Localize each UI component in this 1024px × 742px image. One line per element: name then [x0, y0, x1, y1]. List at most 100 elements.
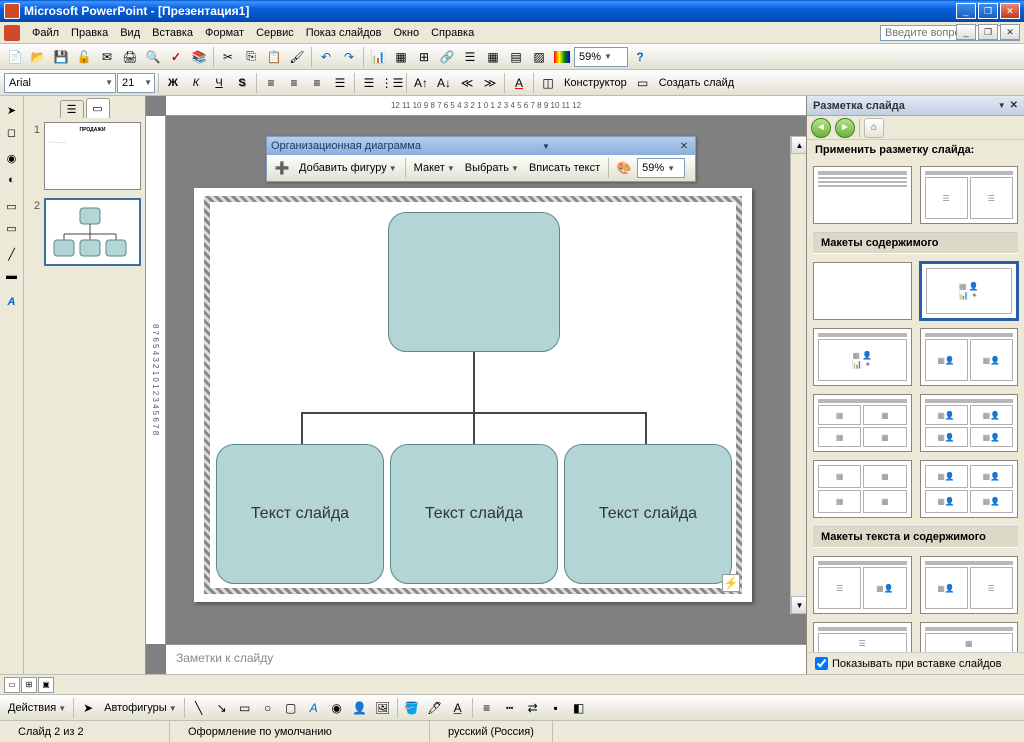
org-chart-container[interactable]: Текст слайда Текст слайда Текст слайда ⚡	[204, 196, 742, 594]
thumb-2[interactable]: 2	[28, 198, 141, 266]
undo-button[interactable]: ↶	[315, 46, 337, 68]
bold-button[interactable]: Ж	[162, 72, 184, 94]
outline-button[interactable]: ☰	[459, 46, 481, 68]
rect-tool[interactable]: ▭	[234, 697, 256, 719]
taskpane-header[interactable]: Разметка слайда▼✕	[807, 96, 1024, 116]
color-button[interactable]	[551, 46, 573, 68]
layout-item[interactable]	[813, 166, 912, 224]
tool-fill[interactable]: ▬	[2, 266, 22, 286]
select-tool[interactable]: ➤	[77, 697, 99, 719]
picture-tool[interactable]: 🖼	[372, 697, 394, 719]
layout-item[interactable]: ☰▦	[813, 622, 912, 652]
tool-text[interactable]: ▭	[2, 218, 22, 238]
org-node-3[interactable]: Текст слайда	[564, 444, 732, 584]
layout-button[interactable]: Макет▼	[410, 162, 459, 174]
menu-file[interactable]: Файл	[26, 25, 65, 41]
tool-wordart[interactable]: A	[2, 292, 22, 312]
table-button[interactable]: ▦	[390, 46, 412, 68]
newslide-button[interactable]: Создать слайд	[655, 77, 738, 89]
chart-button[interactable]: 📊	[367, 46, 389, 68]
notes-pane[interactable]: Заметки к слайду	[166, 644, 806, 674]
grayscale-button[interactable]: ▨	[528, 46, 550, 68]
decrease-indent-button[interactable]: ≪	[456, 72, 478, 94]
menu-tools[interactable]: Сервис	[250, 25, 300, 41]
format-painter-button[interactable]: 🖌	[286, 46, 308, 68]
cut-button[interactable]: ✂	[217, 46, 239, 68]
spell-button[interactable]: ✓	[165, 46, 187, 68]
font-color-tool[interactable]: A	[447, 697, 469, 719]
add-shape-icon[interactable]: ➕	[271, 157, 293, 179]
layout-item[interactable]	[813, 262, 912, 320]
fill-color-tool[interactable]: 🪣	[401, 697, 423, 719]
doc-minimize-button[interactable]: _	[956, 24, 976, 40]
layout-item[interactable]: ▦👤▦👤	[920, 328, 1019, 386]
layout-item[interactable]: ☰☰	[920, 166, 1019, 224]
status-lang[interactable]: русский (Россия)	[430, 721, 553, 742]
shadow-tool[interactable]: ▪	[545, 697, 567, 719]
line-color-tool[interactable]: 🖊	[424, 697, 446, 719]
new-button[interactable]: 📄	[4, 46, 26, 68]
tool-line[interactable]: ╱	[2, 244, 22, 264]
font-select[interactable]: Arial▼	[4, 73, 116, 93]
numbering-button[interactable]: ☰	[358, 72, 380, 94]
align-left-button[interactable]: ≡	[260, 72, 282, 94]
slide[interactable]: Текст слайда Текст слайда Текст слайда ⚡	[194, 188, 752, 602]
menu-help[interactable]: Справка	[425, 25, 480, 41]
tool-objects[interactable]: ◻	[2, 122, 22, 142]
diagram-tool[interactable]: ◉	[326, 697, 348, 719]
tool-clip[interactable]: ◐	[2, 170, 22, 190]
newslide-icon[interactable]: ▭	[632, 72, 654, 94]
increase-indent-button[interactable]: ≫	[479, 72, 501, 94]
layout-item[interactable]: ▦ 👤📊 ✦	[813, 328, 912, 386]
menu-insert[interactable]: Вставка	[146, 25, 199, 41]
layout-item[interactable]: ▦👤☰	[920, 556, 1019, 614]
canvas[interactable]: Текст слайда Текст слайда Текст слайда ⚡…	[166, 116, 806, 644]
distributed-button[interactable]: ☰	[329, 72, 351, 94]
design-icon[interactable]: ◫	[537, 72, 559, 94]
restore-button[interactable]: ❐	[978, 3, 998, 19]
org-node-1[interactable]: Текст слайда	[216, 444, 384, 584]
research-button[interactable]: 📚	[188, 46, 210, 68]
constructor-button[interactable]: Конструктор	[560, 77, 631, 89]
org-node-2[interactable]: Текст слайда	[390, 444, 558, 584]
wordart-tool[interactable]: A	[303, 697, 325, 719]
textbox-tool[interactable]: ▢	[280, 697, 302, 719]
nav-fwd-button[interactable]: ►	[835, 118, 855, 138]
decrease-font-button[interactable]: A↓	[433, 72, 455, 94]
help-button[interactable]: ?	[629, 46, 651, 68]
show-on-insert-checkbox[interactable]	[815, 657, 828, 670]
dash-style-tool[interactable]: ┅	[499, 697, 521, 719]
close-button[interactable]: ✕	[1000, 3, 1020, 19]
doc-close-button[interactable]: ✕	[1000, 24, 1020, 40]
line-style-tool[interactable]: ≡	[476, 697, 498, 719]
show-button[interactable]: ▦	[482, 46, 504, 68]
tool-insert[interactable]: ◉	[2, 148, 22, 168]
hyperlink-button[interactable]: 🔗	[436, 46, 458, 68]
bullets-button[interactable]: ⋮☰	[381, 72, 403, 94]
layout-item[interactable]: ▦▦▦▦	[813, 460, 912, 518]
print-button[interactable]: 🖨	[119, 46, 141, 68]
fontsize-select[interactable]: 21▼	[117, 73, 155, 93]
layout-item[interactable]: ▦ 👤📊 ✦	[920, 262, 1019, 320]
layout-item[interactable]: ▦👤▦👤▦👤▦👤	[920, 394, 1019, 452]
shadow-button[interactable]: S	[231, 72, 253, 94]
smarttag-icon[interactable]: ⚡	[722, 574, 740, 592]
layout-item[interactable]: ☰▦👤	[813, 556, 912, 614]
org-node-root[interactable]	[388, 212, 560, 352]
nav-home-button[interactable]: ⌂	[864, 118, 884, 138]
normal-view-button[interactable]: ▭	[4, 677, 20, 693]
email-button[interactable]: ✉	[96, 46, 118, 68]
open-button[interactable]: 📂	[27, 46, 49, 68]
align-right-button[interactable]: ≡	[306, 72, 328, 94]
arrow-style-tool[interactable]: ⇄	[522, 697, 544, 719]
menu-edit[interactable]: Правка	[65, 25, 114, 41]
italic-button[interactable]: К	[185, 72, 207, 94]
line-tool[interactable]: ╲	[188, 697, 210, 719]
menu-window[interactable]: Окно	[388, 25, 426, 41]
actions-menu[interactable]: Действия▼	[4, 702, 70, 714]
show-on-insert-check[interactable]: Показывать при вставке слайдов	[807, 652, 1024, 674]
zoom-select[interactable]: 59%▼	[574, 47, 628, 67]
taskpane-close[interactable]: ✕	[1010, 100, 1018, 111]
add-shape-button[interactable]: Добавить фигуру▼	[295, 162, 401, 174]
select-button[interactable]: Выбрать▼	[461, 162, 523, 174]
